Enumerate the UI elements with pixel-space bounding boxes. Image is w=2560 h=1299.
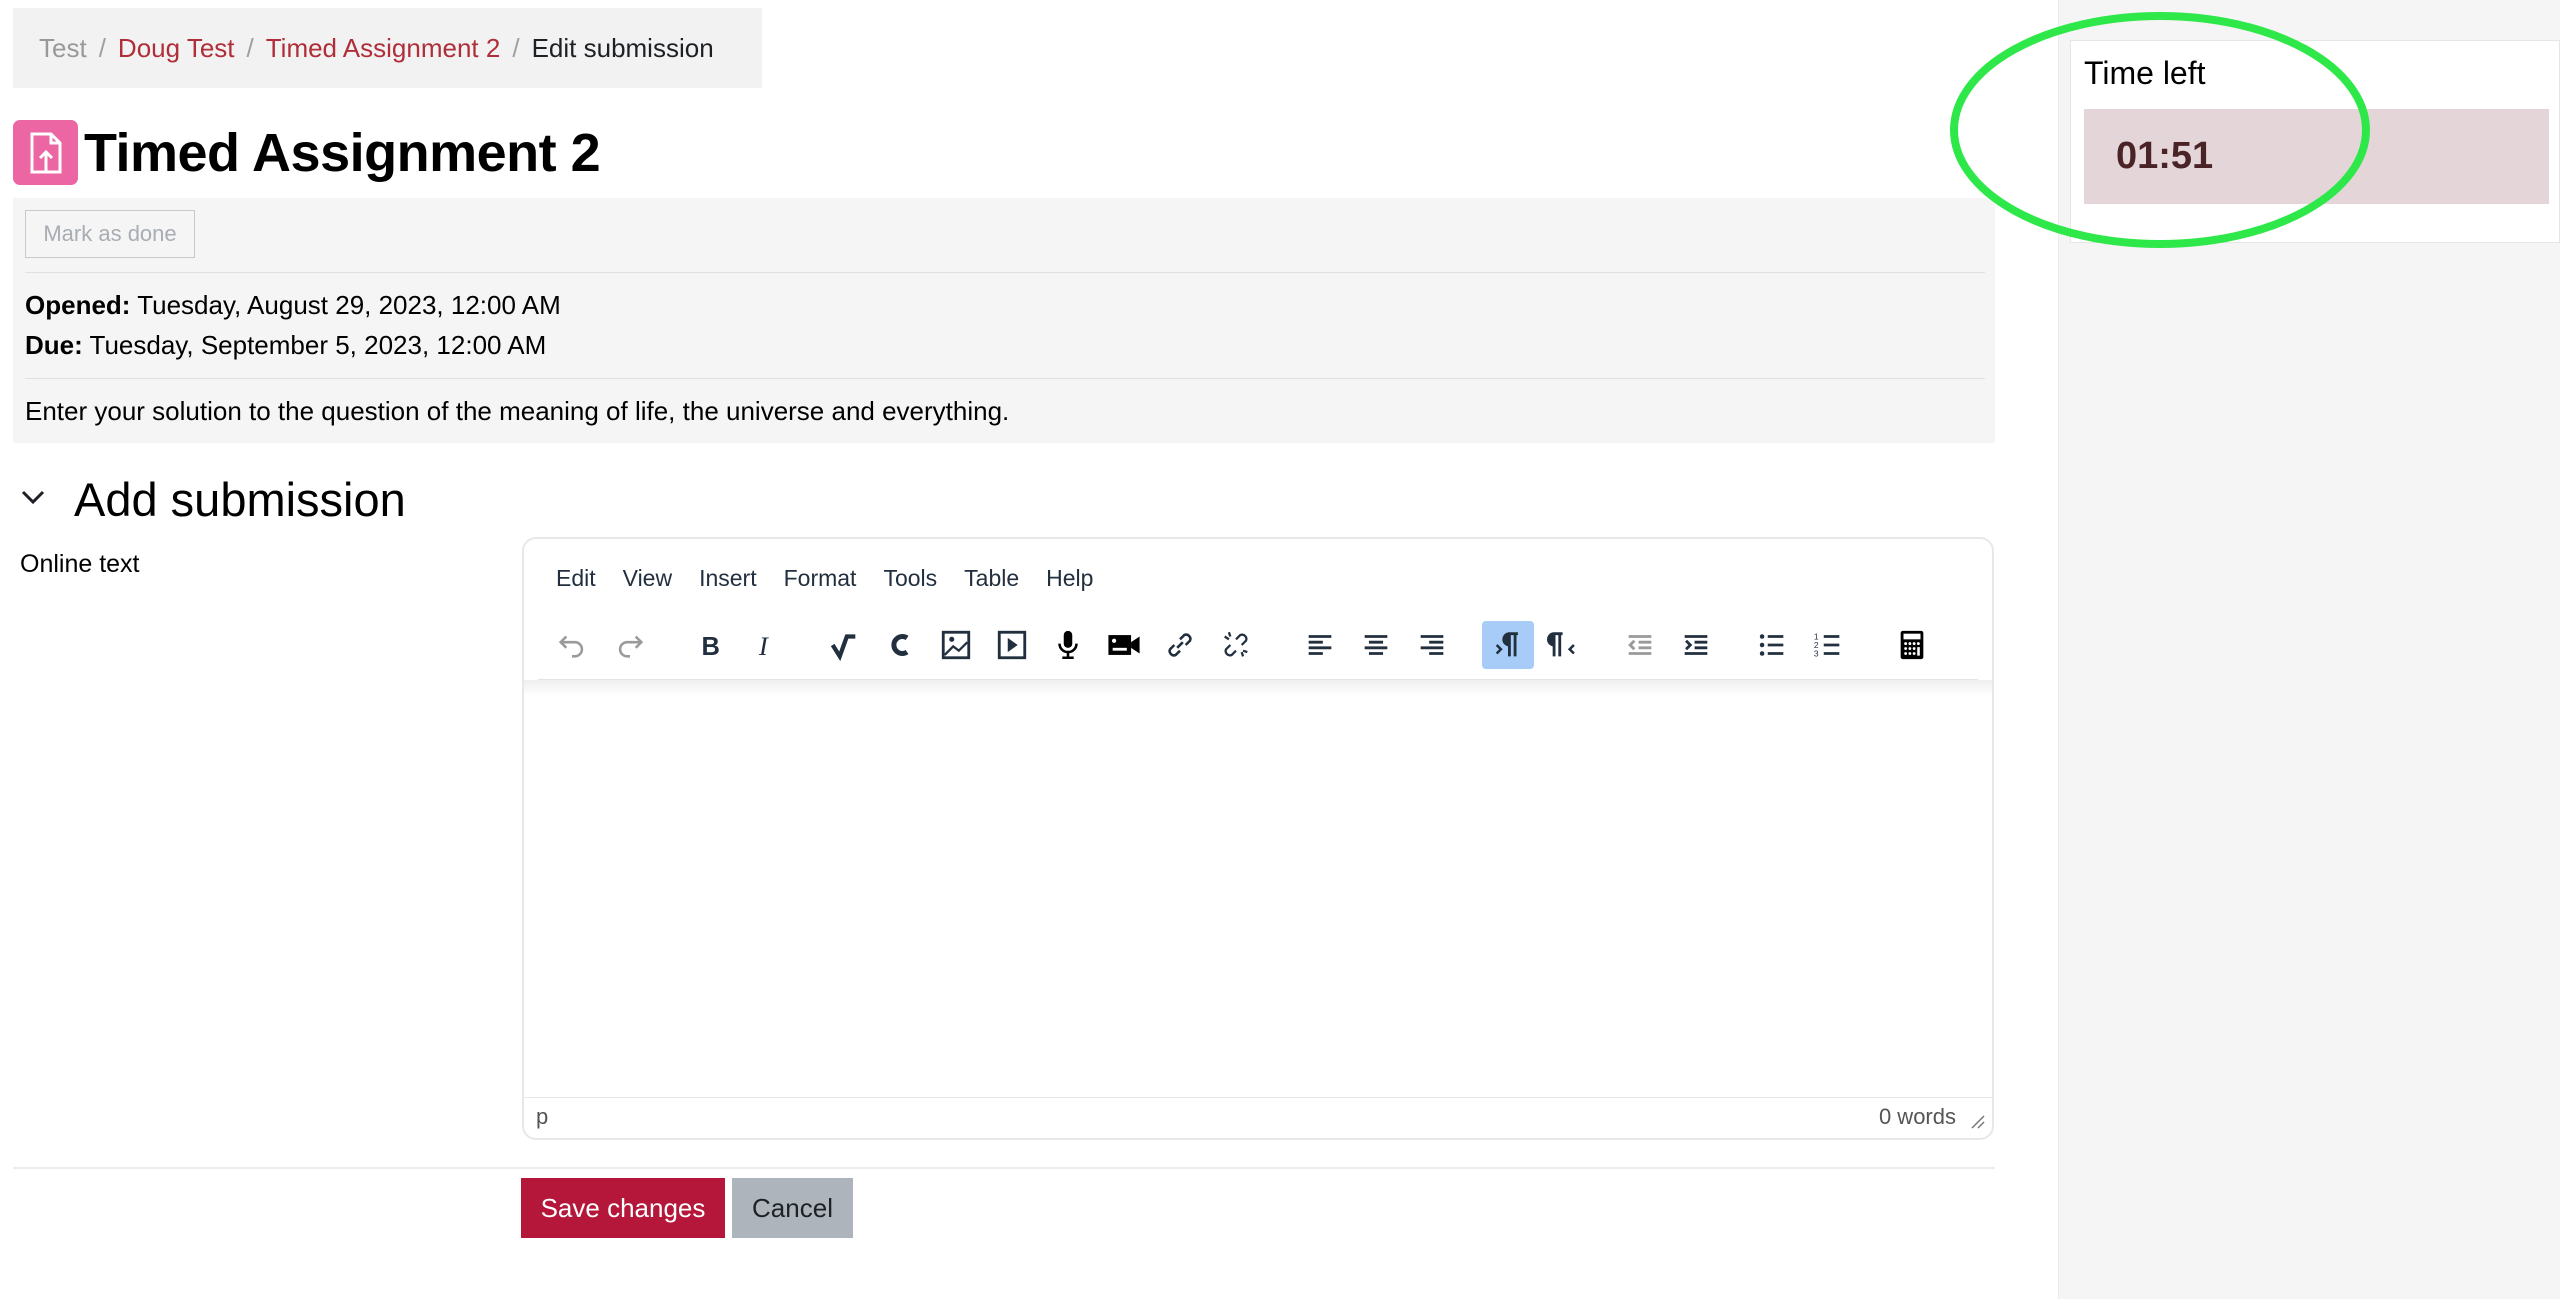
chevron-down-icon[interactable] <box>18 482 48 512</box>
record-audio-button[interactable] <box>1042 621 1094 669</box>
due-label: Due: <box>25 330 83 360</box>
word-count[interactable]: 0 words <box>1879 1104 1956 1130</box>
bold-icon: B <box>702 633 720 661</box>
svg-text:3: 3 <box>1814 648 1819 658</box>
rich-text-editor: Edit View Insert Format Tools Table Help… <box>522 537 1994 1140</box>
cancel-button[interactable]: Cancel <box>732 1178 853 1238</box>
chemistry-button[interactable] <box>874 621 926 669</box>
opened-date: Opened: Tuesday, August 29, 2023, 12:00 … <box>25 290 561 321</box>
undo-button[interactable] <box>546 621 598 669</box>
editor-content-area[interactable] <box>524 699 1992 1098</box>
link-icon <box>1168 633 1192 657</box>
editor-menubar: Edit View Insert Format Tools Table Help <box>524 539 1992 617</box>
section-title[interactable]: Add submission <box>74 470 406 530</box>
opened-label: Opened: <box>25 290 131 320</box>
bullet-list-icon <box>1759 634 1784 656</box>
equation-button[interactable] <box>818 621 870 669</box>
bold-button[interactable]: B <box>684 621 736 669</box>
toolbar-shadow <box>524 680 1992 696</box>
resize-handle-icon[interactable] <box>1968 1112 1986 1130</box>
outdent-button[interactable] <box>1614 621 1666 669</box>
outdent-icon <box>1628 635 1652 655</box>
media-icon <box>997 630 1027 660</box>
record-video-icon <box>1108 635 1140 655</box>
page-title: Timed Assignment 2 <box>84 123 601 183</box>
equation-icon <box>830 634 856 662</box>
due-value: Tuesday, September 5, 2023, 12:00 AM <box>89 330 547 360</box>
ltr-button[interactable] <box>1482 621 1534 669</box>
menu-insert[interactable]: Insert <box>699 565 757 592</box>
breadcrumb-separator: / <box>512 32 520 63</box>
editor-statusbar: p 0 words <box>524 1097 1992 1138</box>
annotation-ellipse <box>1950 12 2370 248</box>
breadcrumb-separator: / <box>98 32 106 63</box>
align-left-icon <box>1308 635 1332 655</box>
breadcrumb-separator: / <box>246 32 254 63</box>
divider <box>25 272 1985 273</box>
element-path[interactable]: p <box>536 1104 548 1130</box>
redo-icon <box>618 635 644 658</box>
unlink-button[interactable] <box>1210 621 1262 669</box>
align-left-button[interactable] <box>1294 621 1346 669</box>
bullet-list-button[interactable] <box>1746 621 1798 669</box>
align-center-icon <box>1364 635 1388 655</box>
breadcrumb-item-assignment[interactable]: Timed Assignment 2 <box>266 33 501 64</box>
form-divider <box>13 1167 1995 1169</box>
breadcrumb-item-test[interactable]: Test <box>39 33 87 64</box>
record-audio-icon <box>1058 630 1078 660</box>
ltr-icon <box>1495 632 1518 657</box>
italic-button[interactable]: I <box>740 621 792 669</box>
menu-format[interactable]: Format <box>784 565 857 592</box>
breadcrumb: Test / Doug Test / Timed Assignment 2 / … <box>13 8 762 88</box>
activity-information: Mark as done Opened: Tuesday, August 29,… <box>13 198 1995 443</box>
menu-tools[interactable]: Tools <box>883 565 937 592</box>
rtl-icon <box>1547 632 1575 657</box>
image-icon <box>941 630 971 660</box>
menu-table[interactable]: Table <box>964 565 1019 592</box>
align-right-button[interactable] <box>1406 621 1458 669</box>
assignment-upload-icon <box>13 120 78 185</box>
link-button[interactable] <box>1154 621 1206 669</box>
indent-icon <box>1684 635 1708 655</box>
undo-icon <box>558 635 584 658</box>
unlink-icon <box>1224 631 1248 657</box>
online-text-label: Online text <box>20 550 140 578</box>
align-right-icon <box>1420 635 1444 655</box>
mark-as-done-button[interactable]: Mark as done <box>25 210 195 258</box>
calculator-icon <box>1900 630 1924 660</box>
indent-button[interactable] <box>1670 621 1722 669</box>
editor-toolbar: B I 123 <box>524 617 1992 679</box>
image-button[interactable] <box>930 621 982 669</box>
menu-view[interactable]: View <box>623 565 672 592</box>
chemistry-icon <box>891 634 909 656</box>
opened-value: Tuesday, August 29, 2023, 12:00 AM <box>137 290 561 320</box>
align-center-button[interactable] <box>1350 621 1402 669</box>
breadcrumb-item-course[interactable]: Doug Test <box>118 33 235 64</box>
rtl-button[interactable] <box>1538 621 1590 669</box>
numbered-list-button[interactable]: 123 <box>1802 621 1854 669</box>
save-changes-button[interactable]: Save changes <box>521 1178 725 1238</box>
calculator-button[interactable] <box>1886 621 1938 669</box>
media-button[interactable] <box>986 621 1038 669</box>
svg-text:I: I <box>758 631 770 661</box>
menu-edit[interactable]: Edit <box>556 565 596 592</box>
italic-icon: I <box>758 631 770 661</box>
record-video-button[interactable] <box>1098 621 1150 669</box>
breadcrumb-item-current: Edit submission <box>531 32 714 63</box>
divider <box>25 378 1985 379</box>
due-date: Due: Tuesday, September 5, 2023, 12:00 A… <box>25 330 546 361</box>
numbered-list-icon: 123 <box>1814 631 1840 658</box>
redo-button[interactable] <box>604 621 656 669</box>
menu-help[interactable]: Help <box>1046 565 1093 592</box>
svg-text:B: B <box>702 633 720 661</box>
assignment-description: Enter your solution to the question of t… <box>25 396 1010 426</box>
